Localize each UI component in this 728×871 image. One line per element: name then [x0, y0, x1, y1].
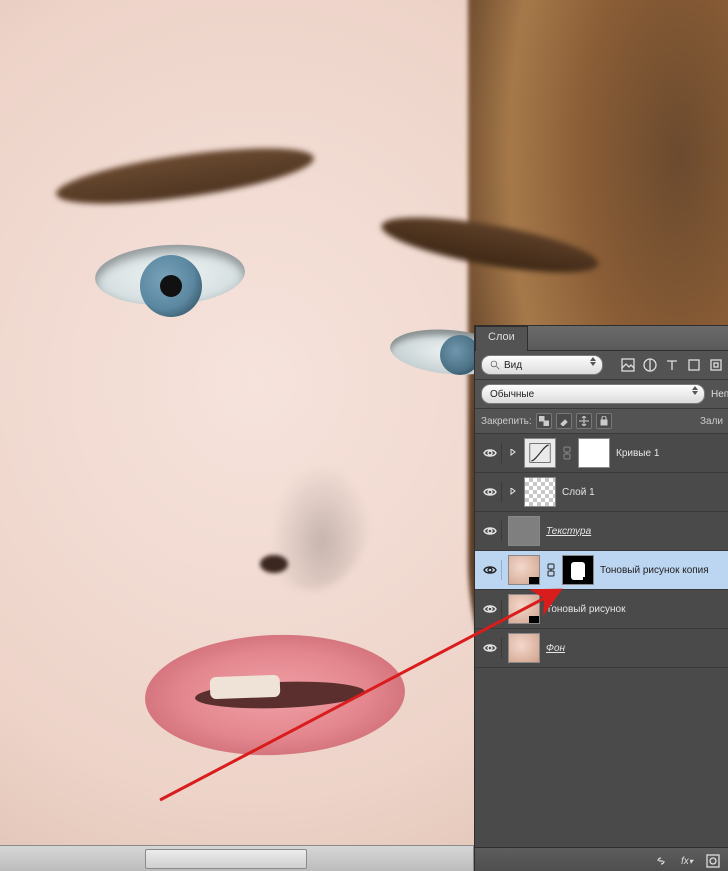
root: Слои Вид Обычные Непрозрачн: [0, 0, 728, 871]
lock-move-icon[interactable]: [576, 413, 592, 429]
layer-thumbnail[interactable]: [508, 594, 540, 624]
add-mask-icon[interactable]: [705, 853, 721, 869]
lock-transparent-icon[interactable]: [536, 413, 552, 429]
canvas-horizontal-scrollbar[interactable]: [0, 845, 474, 871]
filter-shape-icon[interactable]: [687, 358, 701, 372]
layer-row-background[interactable]: Фон: [475, 629, 728, 668]
mask-badge-icon: [583, 577, 593, 584]
layer-link-icon[interactable]: [562, 439, 572, 467]
layer-name[interactable]: Кривые 1: [616, 448, 725, 459]
layer-name[interactable]: Слой 1: [562, 487, 725, 498]
blend-mode-value: Обычные: [490, 389, 534, 400]
visibility-toggle[interactable]: [479, 482, 502, 502]
layer-filter-select[interactable]: Вид: [481, 355, 603, 375]
layers-panel-footer: fx▾: [475, 847, 728, 871]
lock-row: Закрепить: Зали: [475, 409, 728, 434]
layer-thumbnail[interactable]: [508, 516, 540, 546]
layer-thumbnail[interactable]: [524, 477, 556, 507]
lock-all-icon[interactable]: [596, 413, 612, 429]
layer-row-texture[interactable]: Текстура: [475, 512, 728, 551]
layer-style-icon[interactable]: fx▾: [679, 853, 695, 869]
layer-mask-thumbnail[interactable]: [578, 438, 610, 468]
layer-type-filter-icons: [621, 358, 723, 372]
visibility-toggle[interactable]: [479, 599, 502, 619]
layers-list: Кривые 1 Слой 1 Текстура: [475, 434, 728, 852]
filter-pixel-icon[interactable]: [621, 358, 635, 372]
layer-name[interactable]: Текстура: [546, 526, 725, 537]
photo-pupil-left: [160, 275, 182, 297]
layer-filter-bar: Вид: [475, 351, 728, 380]
layer-thumbnail[interactable]: [524, 438, 556, 468]
layer-thumbnail[interactable]: [508, 555, 540, 585]
photo-nostril: [260, 555, 288, 573]
filter-type-icon[interactable]: [665, 358, 679, 372]
tab-layers[interactable]: Слои: [475, 326, 528, 351]
visibility-toggle[interactable]: [479, 521, 502, 541]
layer-mask-thumbnail[interactable]: [562, 555, 594, 585]
layers-panel: Слои Вид Обычные Непрозрачн: [474, 325, 728, 871]
scrollbar-thumb[interactable]: [145, 849, 307, 869]
visibility-toggle[interactable]: [479, 560, 502, 580]
layer-link-icon[interactable]: [546, 556, 556, 584]
layer-name[interactable]: Тоновый рисунок: [546, 604, 725, 615]
lock-label: Закрепить:: [481, 416, 532, 427]
clip-indicator-icon: [508, 439, 518, 467]
photo-teeth: [210, 675, 281, 699]
panel-tab-bar: Слои: [475, 326, 728, 351]
layer-name[interactable]: Тоновый рисунок копия: [600, 565, 725, 576]
layer-row-layer1[interactable]: Слой 1: [475, 473, 728, 512]
visibility-toggle[interactable]: [479, 443, 502, 463]
fill-label: Зали: [700, 416, 723, 427]
lock-paint-icon[interactable]: [556, 413, 572, 429]
blend-mode-select[interactable]: Обычные: [481, 384, 705, 404]
scrollbar-track[interactable]: [0, 846, 474, 871]
opacity-label: Непрозрачн: [711, 389, 728, 400]
filter-smart-icon[interactable]: [709, 358, 723, 372]
layer-row-tone-copy[interactable]: Тоновый рисунок копия: [475, 551, 728, 590]
layer-row-tone[interactable]: Тоновый рисунок: [475, 590, 728, 629]
layer-name[interactable]: Фон: [546, 643, 725, 654]
clip-indicator-icon: [508, 478, 518, 506]
thumbnail-content: [509, 634, 539, 662]
layer-row-curves[interactable]: Кривые 1: [475, 434, 728, 473]
link-layers-icon[interactable]: [653, 853, 669, 869]
smart-object-badge-icon: [529, 616, 539, 623]
smart-object-badge-icon: [529, 577, 539, 584]
filter-adjust-icon[interactable]: [643, 358, 657, 372]
layer-thumbnail[interactable]: [508, 633, 540, 663]
layer-filter-value: Вид: [504, 360, 522, 371]
blend-opacity-row: Обычные Непрозрачн: [475, 380, 728, 409]
visibility-toggle[interactable]: [479, 638, 502, 658]
search-icon: [490, 360, 500, 370]
